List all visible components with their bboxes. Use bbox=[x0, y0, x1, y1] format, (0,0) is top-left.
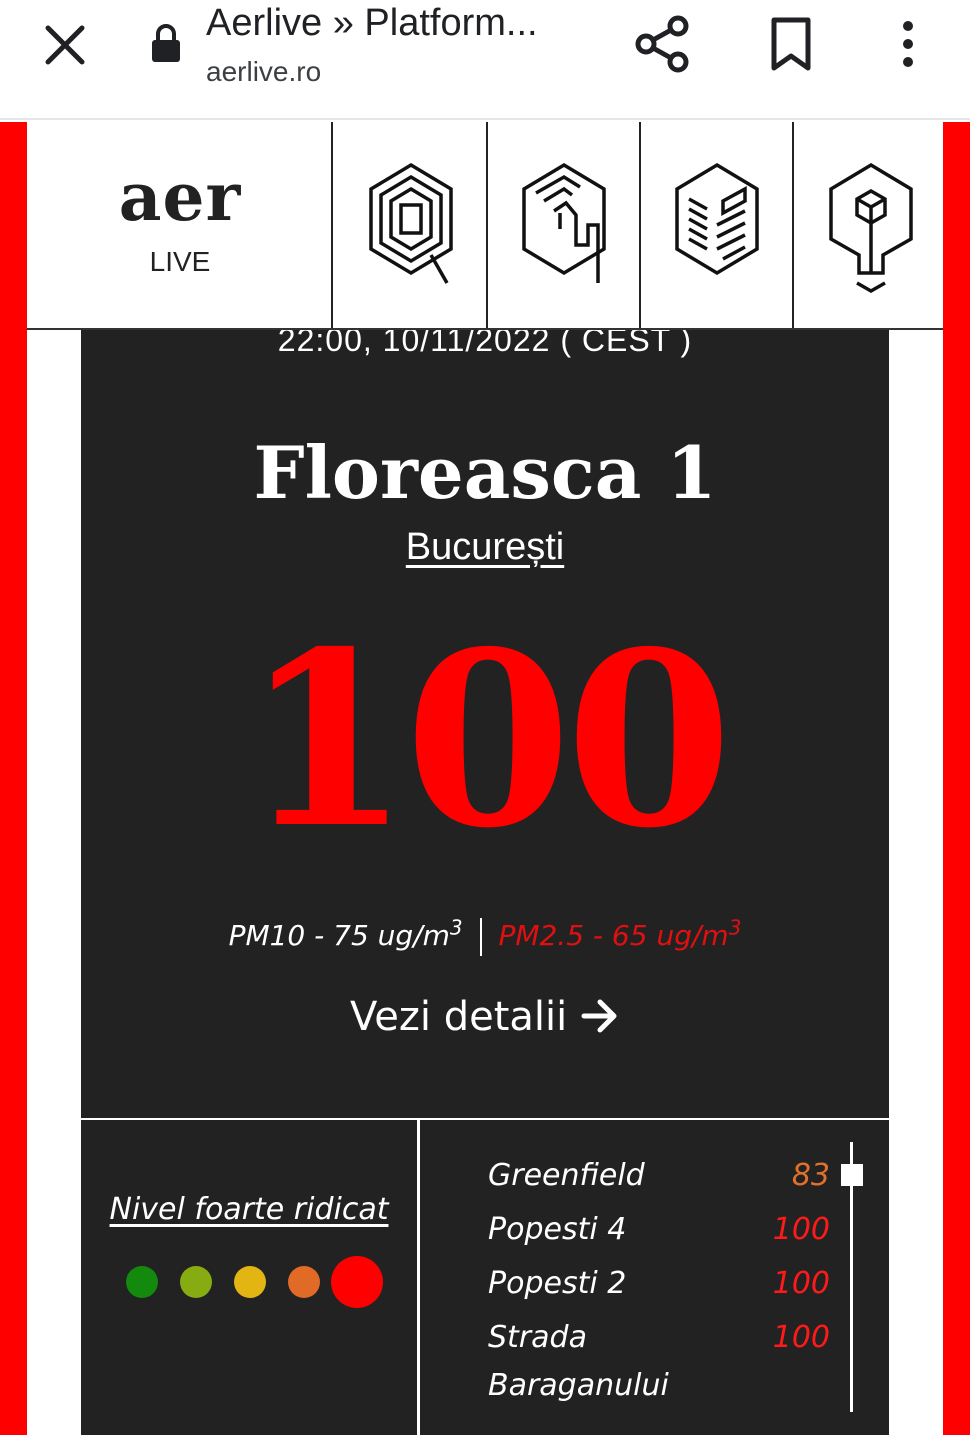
city-link-wrap: București bbox=[81, 526, 889, 569]
nav-map[interactable] bbox=[335, 122, 488, 328]
details-link-label: Vezi detalii bbox=[350, 994, 568, 1040]
station-row-value: 100 bbox=[772, 1320, 830, 1355]
details-link[interactable]: Vezi detalii bbox=[81, 994, 889, 1040]
station-row-name[interactable]: Popesti 4 bbox=[488, 1212, 626, 1247]
level-label[interactable]: Nivel foarte ridicat bbox=[81, 1192, 417, 1227]
nav-measure[interactable] bbox=[488, 122, 641, 328]
more-vert-icon[interactable] bbox=[890, 18, 926, 70]
scrollbar-thumb[interactable] bbox=[841, 1164, 863, 1186]
pm25-label: PM2.5 - 65 ug/m bbox=[498, 919, 729, 953]
bookmark-icon[interactable] bbox=[768, 16, 814, 72]
station-row-name[interactable]: Popesti 2 bbox=[488, 1266, 626, 1301]
share-icon[interactable] bbox=[634, 14, 692, 74]
pm25-reading: PM2.5 - 65 ug/m3 bbox=[498, 916, 742, 953]
station-row-name[interactable]: Strada bbox=[488, 1320, 587, 1355]
pm10-label: PM10 - 75 ug/m bbox=[228, 919, 450, 953]
level-dot-active bbox=[331, 1256, 383, 1308]
station-name: Floreasca 1 bbox=[253, 430, 717, 515]
pm10-unit-exponent: 3 bbox=[449, 916, 463, 940]
level-dot bbox=[180, 1266, 212, 1298]
level-dot bbox=[288, 1266, 320, 1298]
browser-toolbar: Aerlive » Platform... aerlive.ro bbox=[0, 0, 970, 120]
page-url[interactable]: aerlive.ro bbox=[206, 56, 321, 88]
site-nav: aer LIVE bbox=[27, 122, 943, 330]
reading-timestamp: 22:00, 10/11/2022 ( CEST ) bbox=[277, 330, 693, 358]
close-icon[interactable] bbox=[40, 20, 90, 70]
station-row-value: 83 bbox=[791, 1158, 830, 1193]
accent-band-left bbox=[0, 122, 27, 1435]
pm-separator bbox=[479, 918, 482, 957]
nearby-stations-panel: Greenfield 83 Popesti 4 100 Popesti 2 100 Stra… bbox=[420, 1120, 889, 1435]
pm25-unit-exponent: 3 bbox=[728, 916, 742, 940]
map-hexagon-icon bbox=[368, 162, 453, 284]
pointer-hexagon-icon bbox=[521, 162, 606, 283]
level-dot bbox=[126, 1266, 158, 1298]
accent-band-right bbox=[943, 122, 970, 1435]
pm-readings: PM10 - 75 ug/m3 PM2.5 - 65 ug/m3 bbox=[81, 916, 889, 957]
level-panel: Nivel foarte ridicat bbox=[81, 1120, 417, 1435]
station-row-value: 100 bbox=[772, 1212, 830, 1247]
station-row-name[interactable]: Baraganului bbox=[488, 1368, 669, 1403]
station-row-value: 100 bbox=[772, 1266, 830, 1301]
nav-docs[interactable] bbox=[641, 122, 794, 328]
logo-sub-text: LIVE bbox=[149, 246, 211, 277]
idea-hexagon-icon bbox=[828, 162, 913, 294]
level-dot bbox=[234, 1266, 266, 1298]
city-link[interactable]: București bbox=[406, 526, 564, 568]
document-hexagon-icon bbox=[674, 162, 759, 276]
lock-icon bbox=[152, 24, 180, 62]
arrow-right-icon bbox=[581, 999, 617, 1033]
aqi-value: 100 bbox=[243, 599, 733, 881]
page-title: Aerlive » Platform... bbox=[206, 2, 538, 44]
logo-main-text: aer bbox=[118, 158, 242, 236]
reading-card: 22:00, 10/11/2022 ( CEST ) Floreasca 1 B… bbox=[81, 330, 889, 1118]
nav-ideas[interactable] bbox=[794, 122, 947, 328]
station-row-name[interactable]: Greenfield bbox=[488, 1158, 645, 1193]
pm10-reading: PM10 - 75 ug/m3 bbox=[228, 916, 463, 953]
site-logo[interactable]: aer LIVE bbox=[27, 122, 333, 328]
